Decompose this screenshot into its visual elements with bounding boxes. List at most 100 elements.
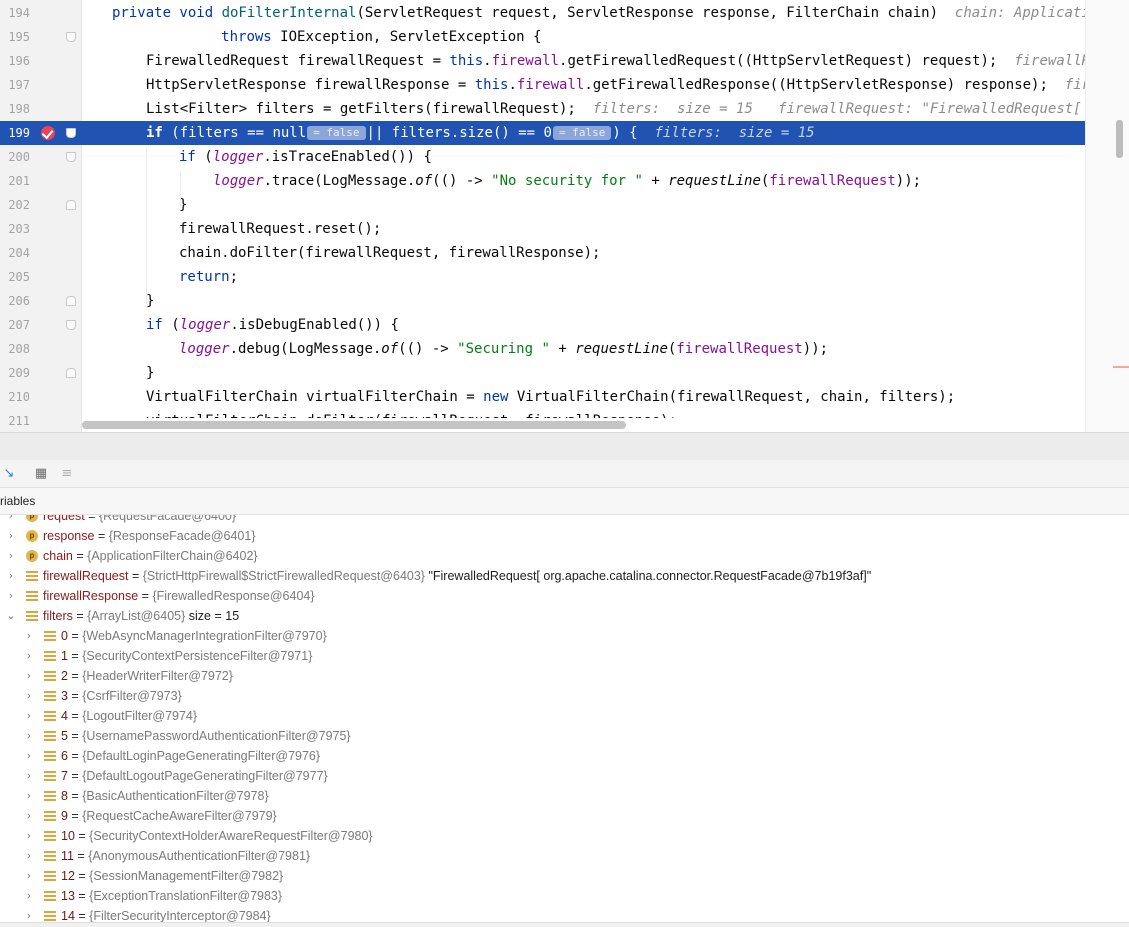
line-number[interactable]: 205 xyxy=(0,265,30,289)
horizontal-scroll-thumb[interactable] xyxy=(82,421,626,429)
variable-row[interactable]: › firewallRequest = {StrictHttpFirewall$S… xyxy=(0,566,1129,586)
list-item[interactable]: › 13 = {ExceptionTranslationFilter@7983} xyxy=(0,886,1129,906)
code-line[interactable]: 208 logger.debug(LogMessage.of(() -> "Sec… xyxy=(0,337,1085,361)
list-item[interactable]: › 0 = {WebAsyncManagerIntegrationFilter@7… xyxy=(0,626,1129,646)
variable-value: {StrictHttpFirewall$StrictFirewalledRequ… xyxy=(142,569,425,583)
line-number[interactable]: 196 xyxy=(0,49,30,73)
list-item[interactable]: › 11 = {AnonymousAuthenticationFilter@798… xyxy=(0,846,1129,866)
variables-tab-header[interactable]: riables xyxy=(0,488,1129,515)
variable-row[interactable]: › p request = {RequestFacade@6400} xyxy=(0,515,1129,526)
list-item[interactable]: › 5 = {UsernamePasswordAuthenticationFilt… xyxy=(0,726,1129,746)
code-line[interactable]: 202} xyxy=(0,193,1085,217)
line-number[interactable]: 207 xyxy=(0,313,30,337)
list-item[interactable]: › 6 = {DefaultLoginPageGeneratingFilter@7… xyxy=(0,746,1129,766)
line-number[interactable]: 204 xyxy=(0,241,30,265)
variable-row[interactable]: › p chain = {ApplicationFilterChain@6402} xyxy=(0,546,1129,566)
line-number[interactable]: 209 xyxy=(0,361,30,385)
current-execution-line[interactable]: 199 if (filters == null = false || filters.… xyxy=(0,121,1085,145)
code-line[interactable]: 196 FirewalledRequest firewallRequest = t… xyxy=(0,49,1129,73)
fold-marker-icon[interactable] xyxy=(66,152,76,162)
fold-marker-icon[interactable] xyxy=(66,32,76,42)
expand-chevron-icon[interactable]: › xyxy=(5,546,17,566)
list-item[interactable]: › 9 = {RequestCacheAwareFilter@7979} xyxy=(0,806,1129,826)
fold-marker-icon[interactable] xyxy=(66,128,76,138)
code-line[interactable]: 205 return; xyxy=(0,265,1085,289)
expand-chevron-icon[interactable]: › xyxy=(23,886,35,906)
expand-chevron-icon[interactable]: › xyxy=(23,786,35,806)
expand-chevron-icon[interactable]: › xyxy=(23,806,35,826)
fold-marker-icon[interactable] xyxy=(66,200,76,210)
list-item[interactable]: › 8 = {BasicAuthenticationFilter@7978} xyxy=(0,786,1129,806)
expand-chevron-icon[interactable]: › xyxy=(5,515,17,526)
expand-chevron-icon[interactable]: › xyxy=(23,746,35,766)
code-line[interactable]: 195 throws IOException, ServletException… xyxy=(0,25,1085,49)
list-item[interactable]: › 1 = {SecurityContextPersistenceFilter@7… xyxy=(0,646,1129,666)
expand-chevron-icon[interactable]: › xyxy=(5,526,17,546)
expand-chevron-icon[interactable]: › xyxy=(23,626,35,646)
code-token: of xyxy=(415,173,433,189)
line-number[interactable]: 202 xyxy=(0,193,30,217)
list-item[interactable]: › 4 = {LogoutFilter@7974} xyxy=(0,706,1129,726)
code-line[interactable]: 207 if (logger.isDebugEnabled()) { xyxy=(0,313,1085,337)
expand-chevron-icon[interactable]: › xyxy=(23,766,35,786)
expand-chevron-icon[interactable]: › xyxy=(23,866,35,886)
expand-chevron-icon[interactable]: › xyxy=(23,686,35,706)
line-number[interactable]: 195 xyxy=(0,25,30,49)
list-item[interactable]: › 12 = {SessionManagementFilter@7982} xyxy=(0,866,1129,886)
code-token: .isDebugEnabled()) { xyxy=(230,317,399,333)
variable-value: {SessionManagementFilter@7982} xyxy=(89,869,284,883)
line-number[interactable]: 203 xyxy=(0,217,30,241)
variable-row[interactable]: › firewallResponse = {FirewalledResponse@… xyxy=(0,586,1129,606)
line-number[interactable]: 206 xyxy=(0,289,30,313)
expand-chevron-icon[interactable]: › xyxy=(5,586,17,606)
fold-marker-icon[interactable] xyxy=(66,320,76,330)
code-line[interactable]: 200 if (logger.isTraceEnabled()) { xyxy=(0,145,1085,169)
breakpoint-icon[interactable] xyxy=(41,126,55,140)
line-number[interactable]: 199 xyxy=(0,121,30,145)
line-number[interactable]: 197 xyxy=(0,73,30,97)
error-stripe-marker[interactable] xyxy=(1113,366,1129,368)
code-line[interactable]: 198 List<Filter> filters = getFilters(fir… xyxy=(0,97,1123,121)
expand-chevron-icon[interactable]: › xyxy=(23,706,35,726)
table-view-icon[interactable]: ▦ xyxy=(33,466,49,482)
line-number[interactable]: 194 xyxy=(0,1,30,25)
list-item[interactable]: › 7 = {DefaultLogoutPageGeneratingFilter@… xyxy=(0,766,1129,786)
line-number[interactable]: 200 xyxy=(0,145,30,169)
panel-divider[interactable] xyxy=(0,432,1129,460)
fold-marker-icon[interactable] xyxy=(66,296,76,306)
variable-row[interactable]: › p response = {ResponseFacade@6401} xyxy=(0,526,1129,546)
list-item[interactable]: › 10 = {SecurityContextHolderAwareRequest… xyxy=(0,826,1129,846)
code-line[interactable]: 194 private void doFilterInternal(Servlet… xyxy=(0,1,1129,25)
variable-name: 0 xyxy=(61,629,68,643)
expand-chevron-icon[interactable]: › xyxy=(23,666,35,686)
collapse-chevron-icon[interactable]: ⌄ xyxy=(5,606,17,626)
code-text: private void doFilterInternal(ServletReq… xyxy=(112,1,1129,25)
code-editor[interactable]: 194 private void doFilterInternal(Servlet… xyxy=(0,0,1129,432)
step-into-icon[interactable]: ↘ xyxy=(1,466,17,482)
variable-value: {SecurityContextPersistenceFilter@7971} xyxy=(82,649,313,663)
vertical-scroll-thumb[interactable] xyxy=(1116,120,1123,158)
code-line[interactable]: 209} xyxy=(0,361,1085,385)
code-line[interactable]: 203 firewallRequest.reset(); xyxy=(0,217,1085,241)
expand-chevron-icon[interactable]: › xyxy=(23,826,35,846)
list-item[interactable]: › 2 = {HeaderWriterFilter@7972} xyxy=(0,666,1129,686)
line-number[interactable]: 201 xyxy=(0,169,30,193)
settings-icon[interactable]: ≡ xyxy=(59,466,75,482)
expand-chevron-icon[interactable]: › xyxy=(23,646,35,666)
expand-chevron-icon[interactable]: › xyxy=(23,726,35,746)
expand-chevron-icon[interactable]: › xyxy=(5,566,17,586)
list-item[interactable]: › 3 = {CsrfFilter@7973} xyxy=(0,686,1129,706)
code-line[interactable]: 206} xyxy=(0,289,1085,313)
line-number[interactable]: 211 xyxy=(0,409,30,432)
code-line[interactable]: 210 VirtualFilterChain virtualFilterChain… xyxy=(0,385,1085,409)
variable-row[interactable]: ⌄ filters = {ArrayList@6405} size = 15 xyxy=(0,606,1129,626)
code-line[interactable]: 204 chain.doFilter(firewallRequest, firew… xyxy=(0,241,1085,265)
code-line[interactable]: 201 logger.trace(LogMessage.of(() -> "No … xyxy=(0,169,1085,193)
variables-tree[interactable]: › p request = {RequestFacade@6400} › p respon… xyxy=(0,515,1129,927)
line-number[interactable]: 198 xyxy=(0,97,30,121)
line-number[interactable]: 210 xyxy=(0,385,30,409)
code-line[interactable]: 197 HttpServletResponse firewallResponse … xyxy=(0,73,1129,97)
expand-chevron-icon[interactable]: › xyxy=(23,846,35,866)
line-number[interactable]: 208 xyxy=(0,337,30,361)
fold-marker-icon[interactable] xyxy=(66,368,76,378)
